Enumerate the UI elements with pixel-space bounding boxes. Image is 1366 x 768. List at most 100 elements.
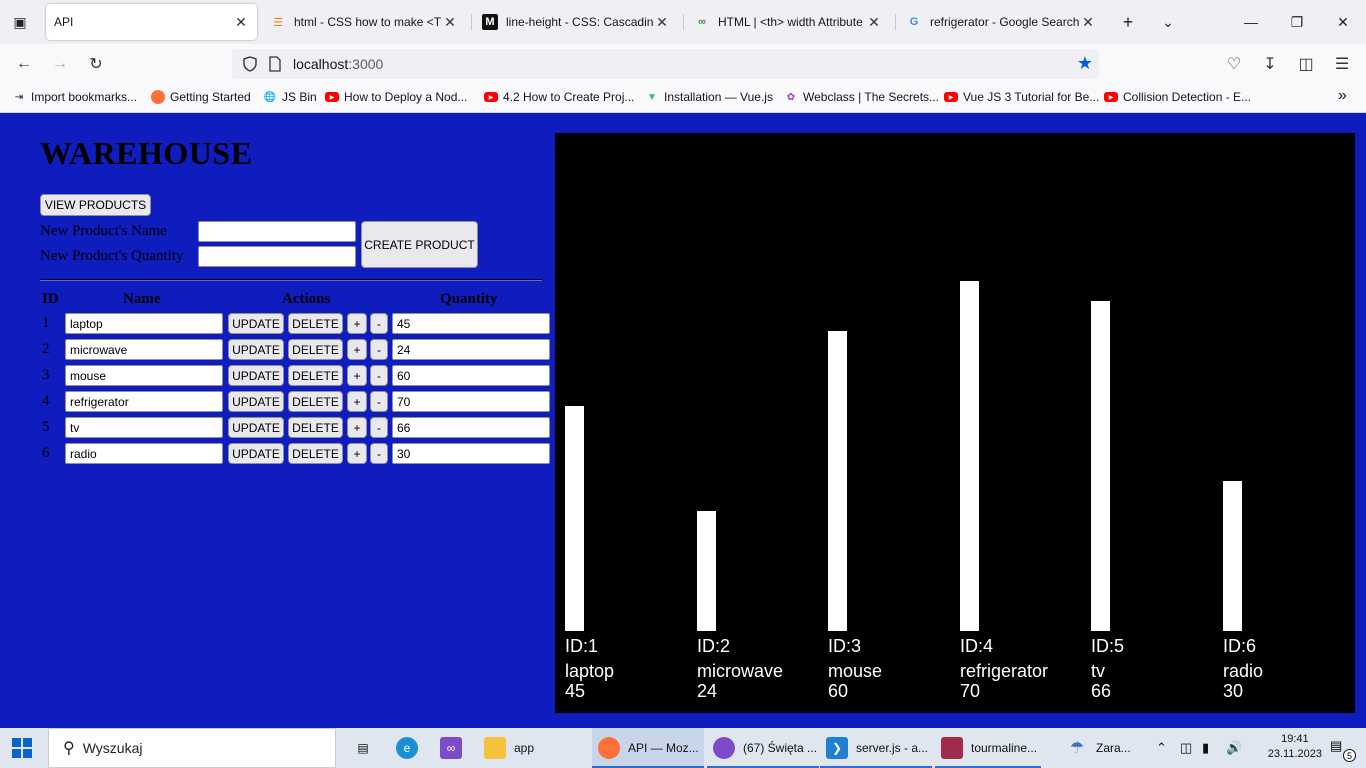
delete-button[interactable]: DELETE: [288, 365, 343, 386]
product-name-input[interactable]: tv: [65, 417, 223, 438]
shield-icon[interactable]: [242, 56, 258, 72]
delete-button[interactable]: DELETE: [288, 443, 343, 464]
view-products-button[interactable]: VIEW PRODUCTS: [40, 194, 151, 216]
quantity-input[interactable]: 60: [392, 365, 550, 386]
bookmark-label: Import bookmarks...: [31, 90, 138, 104]
tab-geeksforgeeks[interactable]: ∞ HTML | <th> width Attribute ✕: [686, 4, 890, 40]
visual-studio-icon[interactable]: ∞: [434, 728, 470, 768]
row-id: 3: [42, 367, 50, 383]
increment-button[interactable]: +: [347, 365, 367, 386]
download-icon[interactable]: ↧: [1258, 52, 1282, 76]
increment-button[interactable]: +: [347, 313, 367, 334]
quantity-input[interactable]: 66: [392, 417, 550, 438]
notification-icon[interactable]: ▤ 5: [1330, 738, 1356, 762]
decrement-button[interactable]: -: [370, 417, 388, 438]
bookmark-label: Vue JS 3 Tutorial for Be...: [963, 90, 1100, 104]
update-button[interactable]: UPDATE: [228, 391, 284, 412]
battery-icon[interactable]: ▮: [1202, 728, 1209, 768]
reload-icon[interactable]: ↻: [84, 52, 108, 76]
edge-icon[interactable]: e: [390, 728, 426, 768]
extensions-icon[interactable]: ◫: [1294, 52, 1318, 76]
bookmark-item[interactable]: ⇥ Import bookmarks...: [12, 90, 137, 104]
tab-mdn[interactable]: M line-height - CSS: Cascading ✕: [474, 4, 678, 40]
quantity-input[interactable]: 30: [392, 443, 550, 464]
update-button[interactable]: UPDATE: [228, 417, 284, 438]
taskbar-item-vscode[interactable]: ❯ server.js - a...: [820, 728, 932, 768]
url-text[interactable]: localhost:3000: [293, 56, 383, 72]
increment-button[interactable]: +: [347, 339, 367, 360]
bookmark-item[interactable]: ▼ Installation — Vue.js: [645, 90, 773, 104]
product-name-input[interactable]: refrigerator: [65, 391, 223, 412]
update-button[interactable]: UPDATE: [228, 313, 284, 334]
quantity-input[interactable]: 45: [392, 313, 550, 334]
menu-icon[interactable]: ☰: [1330, 52, 1354, 76]
new-name-input[interactable]: [198, 221, 356, 242]
address-bar[interactable]: localhost:3000 ★: [232, 49, 1099, 79]
bookmark-item[interactable]: ▶ Collision Detection - E...: [1104, 90, 1251, 104]
taskbar-item-winrar[interactable]: tourmaline...: [935, 728, 1041, 768]
pocket-icon[interactable]: ♡: [1222, 52, 1246, 76]
delete-button[interactable]: DELETE: [288, 313, 343, 334]
minimize-icon[interactable]: —: [1236, 8, 1266, 36]
more-bookmarks-icon[interactable]: »: [1338, 87, 1347, 105]
taskbar-item-browser[interactable]: (67) Święta ...: [707, 728, 819, 768]
bookmark-item[interactable]: 🌐 JS Bin: [263, 90, 317, 104]
update-button[interactable]: UPDATE: [228, 443, 284, 464]
bookmark-item[interactable]: ▶ 4.2 How to Create Proj...: [484, 90, 634, 104]
update-button[interactable]: UPDATE: [228, 365, 284, 386]
forward-arrow-icon[interactable]: →: [48, 52, 72, 76]
taskbar-item-app[interactable]: app: [478, 728, 586, 768]
meet-icon[interactable]: ◫: [1180, 728, 1192, 768]
close-tab-icon[interactable]: ✕: [1080, 14, 1096, 31]
tab-list-icon[interactable]: ▣: [8, 10, 32, 34]
tray-chevron-icon[interactable]: ⌃: [1156, 728, 1167, 768]
quantity-input[interactable]: 24: [392, 339, 550, 360]
task-view-icon[interactable]: ▤: [346, 728, 382, 768]
product-name-input[interactable]: microwave: [65, 339, 223, 360]
restore-icon[interactable]: ❐: [1282, 8, 1312, 36]
close-tab-icon[interactable]: ✕: [442, 14, 458, 31]
bookmark-item[interactable]: ✿ Webclass | The Secrets...: [784, 90, 939, 104]
tab-api[interactable]: API ✕: [46, 4, 257, 40]
chevron-down-icon[interactable]: ⌄: [1153, 8, 1183, 36]
quantity-input[interactable]: 70: [392, 391, 550, 412]
taskbar-search-box[interactable]: ⚲ Wyszukaj: [48, 728, 336, 768]
bookmark-item[interactable]: Getting Started: [151, 90, 251, 104]
close-tab-icon[interactable]: ✕: [233, 14, 249, 31]
close-tab-icon[interactable]: ✕: [866, 14, 882, 31]
update-button[interactable]: UPDATE: [228, 339, 284, 360]
tab-google[interactable]: G refrigerator - Google Search ✕: [898, 4, 1104, 40]
product-name-input[interactable]: radio: [65, 443, 223, 464]
windows-start-icon[interactable]: [12, 738, 32, 758]
decrement-button[interactable]: -: [370, 365, 388, 386]
bookmark-star-icon[interactable]: ★: [1077, 53, 1093, 74]
quantity-bar-chart: ID:1 laptop 45 ID:2 microwave 24 ID:3 mouse 60 ID…: [555, 133, 1355, 713]
close-tab-icon[interactable]: ✕: [654, 14, 670, 31]
decrement-button[interactable]: -: [370, 313, 388, 334]
decrement-button[interactable]: -: [370, 391, 388, 412]
bookmark-item[interactable]: ▶ How to Deploy a Nod...: [325, 90, 467, 104]
create-product-button[interactable]: CREATE PRODUCT: [361, 221, 478, 268]
increment-button[interactable]: +: [347, 443, 367, 464]
back-arrow-icon[interactable]: ←: [12, 52, 36, 76]
delete-button[interactable]: DELETE: [288, 391, 343, 412]
product-name-input[interactable]: laptop: [65, 313, 223, 334]
chart-bar-tv: [1091, 301, 1110, 631]
delete-button[interactable]: DELETE: [288, 339, 343, 360]
product-name-input[interactable]: mouse: [65, 365, 223, 386]
taskbar-item-firefox[interactable]: API — Moz...: [592, 728, 704, 768]
volume-icon[interactable]: 🔊: [1226, 728, 1242, 768]
increment-button[interactable]: +: [347, 391, 367, 412]
bookmark-item[interactable]: ▶ Vue JS 3 Tutorial for Be...: [944, 90, 1099, 104]
system-clock[interactable]: 19:41 23.11.2023: [1268, 732, 1322, 762]
taskbar-item-weather[interactable]: ☂ Zara...: [1060, 728, 1131, 768]
decrement-button[interactable]: -: [370, 339, 388, 360]
increment-button[interactable]: +: [347, 417, 367, 438]
page-info-icon[interactable]: [268, 56, 282, 72]
delete-button[interactable]: DELETE: [288, 417, 343, 438]
decrement-button[interactable]: -: [370, 443, 388, 464]
new-quantity-input[interactable]: [198, 246, 356, 267]
new-tab-icon[interactable]: +: [1113, 8, 1143, 36]
close-window-icon[interactable]: ✕: [1328, 8, 1358, 36]
tab-stackoverflow[interactable]: ☰ html - CSS how to make <TD ✕: [262, 4, 466, 40]
